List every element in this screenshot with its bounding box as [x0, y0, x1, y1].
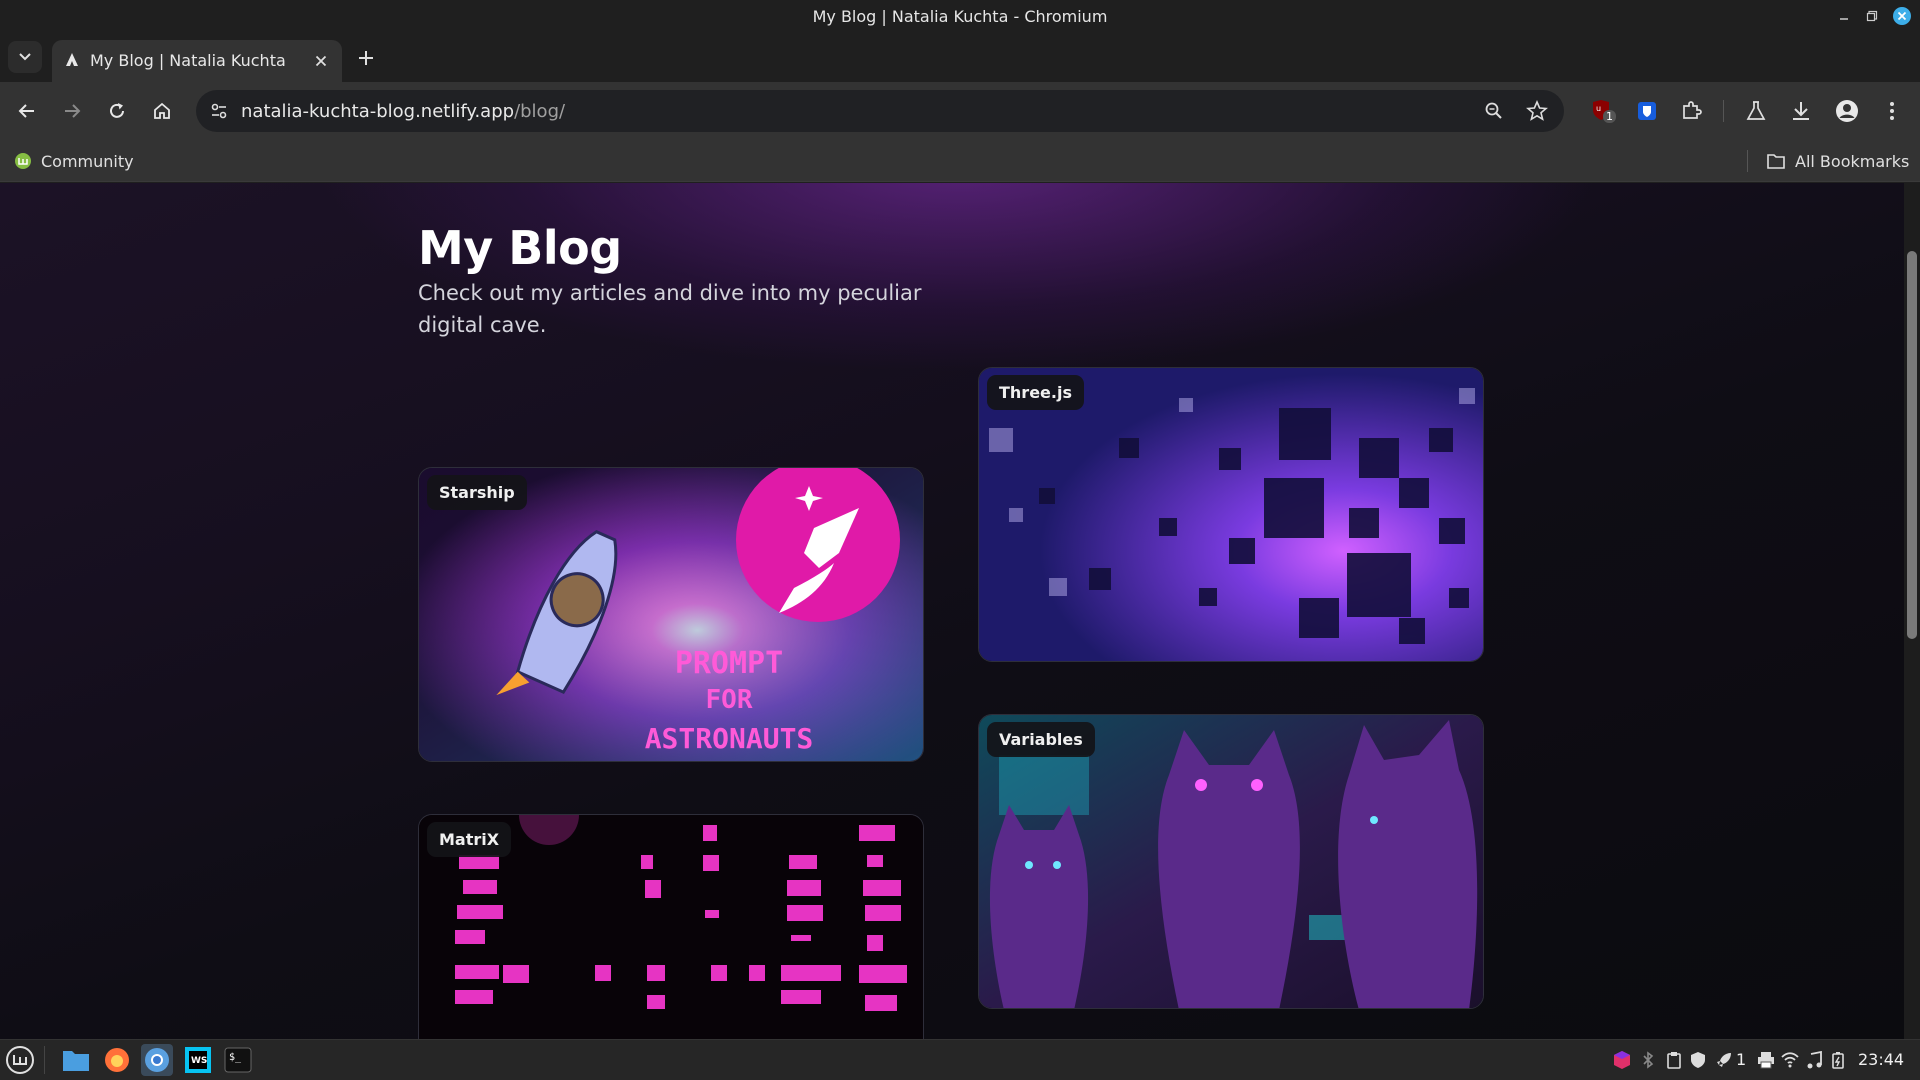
all-bookmarks-button[interactable]: All Bookmarks: [1766, 148, 1909, 174]
bluetooth-icon[interactable]: [1638, 1050, 1658, 1070]
window-titlebar: My Blog | Natalia Kuchta - Chromium: [0, 0, 1920, 32]
profile-avatar-icon: [1836, 100, 1858, 122]
printer-icon[interactable]: [1756, 1050, 1776, 1070]
firefox-launcher[interactable]: [101, 1044, 133, 1076]
terminal-launcher[interactable]: $_: [222, 1044, 254, 1076]
url-text: natalia-kuchta-blog.netlify.app/blog/: [241, 101, 566, 122]
tab-search-button[interactable]: [8, 41, 42, 73]
ublock-extension-button[interactable]: u 1: [1587, 95, 1619, 127]
blog-card-matrix[interactable]: MatriX: [418, 814, 924, 1039]
address-bar[interactable]: natalia-kuchta-blog.netlify.app/blog/: [196, 90, 1564, 132]
reload-icon: [110, 103, 124, 118]
chromium-icon: [145, 1048, 169, 1072]
page-subtitle: Check out my articles and dive into my p…: [418, 281, 922, 337]
volume-icon[interactable]: [1804, 1050, 1824, 1070]
page-title: My Blog: [418, 221, 622, 275]
workspace-rocket-icon[interactable]: [1714, 1050, 1734, 1070]
workspace-number: 1: [1736, 1050, 1747, 1069]
battery-icon[interactable]: [1828, 1050, 1848, 1070]
profile-button[interactable]: [1831, 95, 1863, 127]
webstorm-launcher[interactable]: WS: [182, 1044, 214, 1076]
reload-button[interactable]: [101, 95, 133, 127]
tab-close-icon[interactable]: [310, 50, 332, 72]
page-scrollbar[interactable]: [1904, 183, 1920, 1039]
svg-text:$_: $_: [229, 1052, 242, 1063]
site-info-icon[interactable]: [210, 102, 228, 120]
kebab-menu-icon: [1890, 102, 1894, 120]
forward-button[interactable]: [56, 95, 88, 127]
bookmark-community[interactable]: Community: [14, 148, 134, 174]
linux-mint-menu-icon: [6, 1046, 34, 1074]
toolbar-divider: [1723, 100, 1724, 122]
clipboard-icon[interactable]: [1664, 1050, 1684, 1070]
flask-icon: [1746, 101, 1766, 120]
taskbar: WS $_ 1 23:44: [0, 1039, 1920, 1080]
folder-icon: [63, 1051, 89, 1071]
puzzle-icon: [1683, 101, 1702, 119]
tab-my-blog[interactable]: My Blog | Natalia Kuchta: [52, 40, 342, 82]
downloads-button[interactable]: [1785, 95, 1817, 127]
back-arrow-icon: [18, 104, 34, 118]
bookmark-star-icon[interactable]: [1526, 100, 1548, 122]
labs-button[interactable]: [1740, 95, 1772, 127]
shield-tray-icon[interactable]: [1688, 1050, 1708, 1070]
card-tag: Starship: [427, 475, 527, 510]
ublock-badge: 1: [1603, 110, 1616, 123]
chromium-launcher[interactable]: [141, 1044, 173, 1076]
browser-toolbar: natalia-kuchta-blog.netlify.app/blog/ u …: [0, 82, 1920, 140]
window-title: My Blog | Natalia Kuchta - Chromium: [812, 7, 1108, 26]
clock[interactable]: 23:44: [1858, 1050, 1904, 1069]
blog-card-threejs[interactable]: Three.js: [978, 367, 1484, 662]
back-button[interactable]: [11, 95, 43, 127]
bookmarks-divider: [1747, 150, 1748, 172]
menu-button[interactable]: [1876, 95, 1908, 127]
close-window-button[interactable]: [1892, 6, 1912, 26]
card-tag: Variables: [987, 722, 1095, 757]
card-tag: MatriX: [427, 822, 512, 857]
art-text-astronauts: ASTRONAUTS: [645, 722, 814, 755]
bookmarks-bar: Community All Bookmarks: [0, 140, 1920, 182]
taskbar-divider: [44, 1046, 45, 1074]
linux-mint-icon: [15, 153, 31, 169]
wifi-icon[interactable]: [1780, 1050, 1800, 1070]
folder-icon: [1767, 154, 1785, 169]
package-tray-icon[interactable]: [1612, 1050, 1632, 1070]
webstorm-icon: WS: [185, 1047, 211, 1073]
home-icon: [154, 102, 170, 119]
site-favicon-icon: [64, 52, 80, 68]
tab-title: My Blog | Natalia Kuchta: [90, 51, 286, 70]
shield-icon: [1638, 102, 1656, 120]
bookmark-community-label: Community: [41, 151, 134, 171]
firefox-icon: [105, 1048, 129, 1072]
cubes-artwork: [979, 368, 1483, 661]
download-icon: [1793, 102, 1809, 120]
start-menu-button[interactable]: [4, 1044, 36, 1076]
maximize-button[interactable]: [1862, 6, 1882, 26]
page-content: My Blog Check out my articles and dive i…: [0, 183, 1904, 1039]
new-tab-button[interactable]: [352, 44, 380, 72]
plus-icon: [359, 51, 373, 65]
minimize-button[interactable]: [1834, 6, 1854, 26]
blog-card-variables[interactable]: Variables: [978, 714, 1484, 1009]
blog-card-starship[interactable]: PROMPT FOR ASTRONAUTS Starship: [418, 467, 924, 762]
scrollbar-thumb[interactable]: [1907, 251, 1917, 639]
all-bookmarks-label: All Bookmarks: [1795, 151, 1910, 171]
svg-text:u: u: [1596, 104, 1601, 113]
zoom-icon[interactable]: [1484, 101, 1504, 121]
bitwarden-extension-button[interactable]: [1631, 95, 1663, 127]
chevron-down-icon: [19, 53, 31, 61]
svg-text:WS: WS: [191, 1056, 207, 1066]
art-text-prompt: PROMPT: [675, 646, 783, 681]
art-text-for: FOR: [706, 685, 753, 715]
card-tag: Three.js: [987, 375, 1084, 410]
terminal-icon: $_: [224, 1047, 252, 1073]
tab-strip: My Blog | Natalia Kuchta: [0, 32, 1920, 82]
extensions-button[interactable]: [1675, 95, 1707, 127]
files-launcher[interactable]: [60, 1044, 92, 1076]
rocket-artwork: PROMPT FOR ASTRONAUTS: [419, 468, 923, 761]
forward-arrow-icon: [65, 104, 81, 118]
home-button[interactable]: [146, 95, 178, 127]
cats-artwork: [979, 715, 1483, 1008]
